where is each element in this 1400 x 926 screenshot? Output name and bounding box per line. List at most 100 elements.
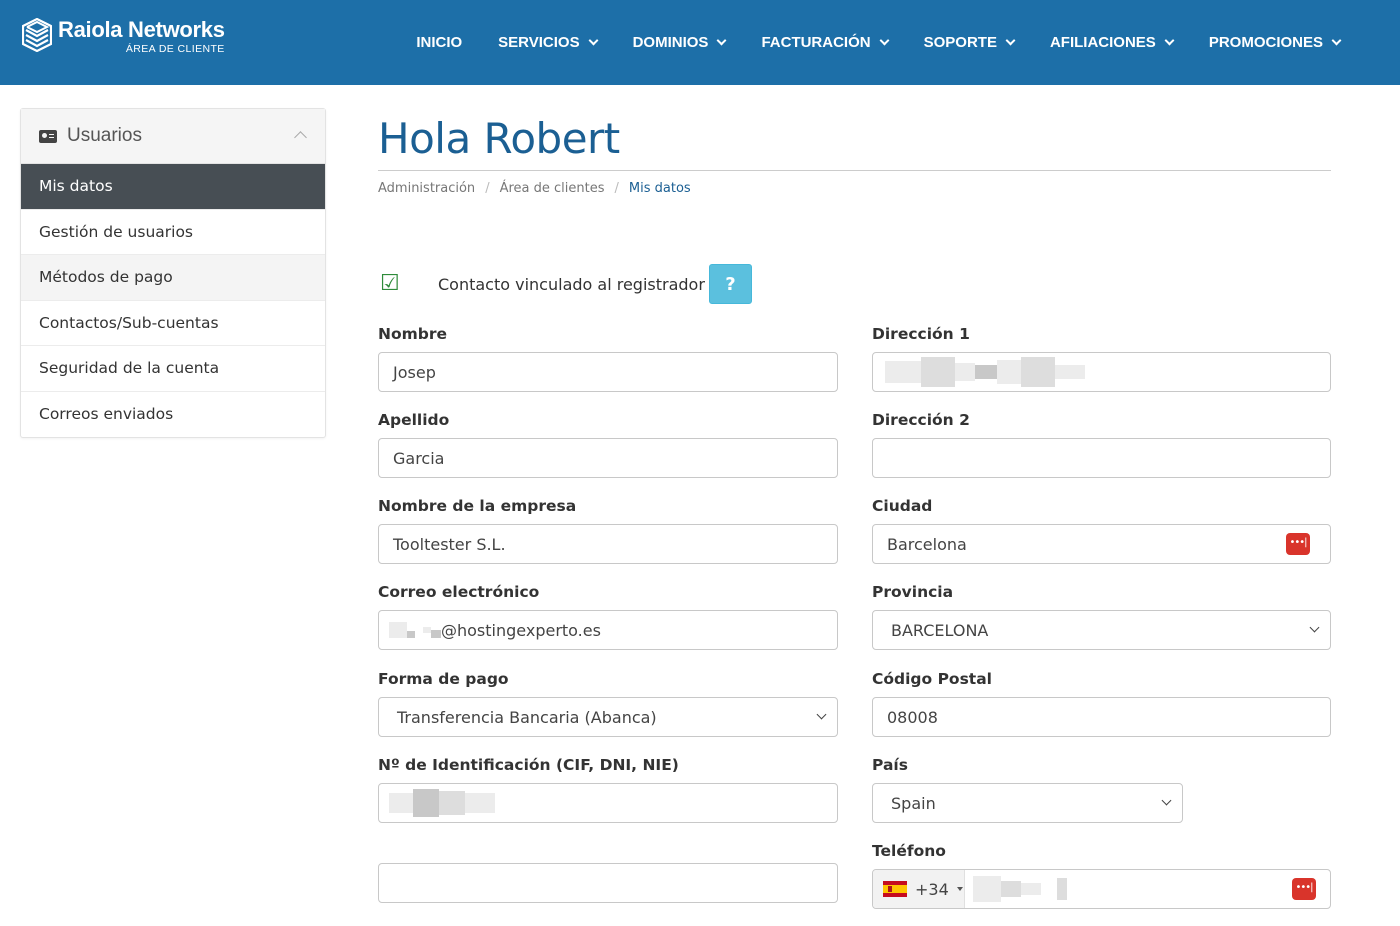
nombre-input[interactable]: Josep: [378, 352, 838, 392]
direccion1-input[interactable]: [872, 352, 1331, 392]
pais-select[interactable]: Spain: [872, 783, 1183, 823]
empresa-input[interactable]: Tooltester S.L.: [378, 524, 838, 564]
password-manager-icon[interactable]: •••|: [1286, 533, 1310, 555]
label-apellido: Apellido: [378, 411, 450, 429]
redacted-block: [423, 627, 431, 633]
label-email: Correo electrónico: [378, 583, 540, 601]
apellido-input[interactable]: Garcia: [378, 438, 838, 478]
label-codigo-postal: Código Postal: [872, 670, 992, 688]
main-nav: INICIO SERVICIOS DOMINIOS FACTURACIÓN SO…: [416, 0, 1342, 85]
nav-soporte[interactable]: SOPORTE: [923, 34, 1016, 51]
nav-label: INICIO: [416, 34, 463, 51]
help-button[interactable]: ?: [708, 264, 752, 304]
redacted-block: [885, 361, 921, 383]
chevron-down-icon: [1164, 35, 1175, 46]
chevron-down-icon: [1309, 622, 1320, 633]
label-identificacion: Nº de Identificación (CIF, DNI, NIE): [378, 756, 679, 774]
brand-name: Raiola Networks: [58, 17, 225, 42]
breadcrumb-separator: /: [485, 181, 490, 196]
chevron-down-icon: [1161, 795, 1172, 806]
nav-label: FACTURACIÓN: [761, 34, 871, 51]
breadcrumb-current: Mis datos: [628, 181, 691, 196]
registrar-contact-checkbox[interactable]: ☑: [380, 273, 402, 295]
identificacion-input[interactable]: [378, 783, 838, 823]
label-direccion1: Dirección 1: [872, 325, 970, 343]
caret-down-icon: [956, 887, 963, 891]
breadcrumb: Administración / Área de clientes / Mis …: [378, 181, 691, 196]
chevron-down-icon: [588, 35, 599, 46]
empresa-value: Tooltester S.L.: [393, 534, 506, 554]
sidebar-item-metodos-pago[interactable]: Métodos de pago: [21, 255, 325, 301]
chevron-down-icon: [1005, 35, 1016, 46]
sidebar-header[interactable]: Usuarios: [21, 109, 325, 164]
redacted-block: [413, 789, 439, 817]
title-divider: [378, 170, 1331, 171]
sidebar-item-mis-datos[interactable]: Mis datos: [21, 164, 325, 210]
ciudad-input[interactable]: Barcelona •••|: [872, 524, 1331, 564]
brand-logo[interactable]: Raiola Networks ÁREA DE CLIENTE: [22, 18, 225, 55]
chevron-down-icon: [1331, 35, 1342, 46]
redacted-block: [407, 630, 415, 638]
label-telefono: Teléfono: [872, 842, 946, 860]
redacted-block: [973, 876, 1001, 902]
label-direccion2: Dirección 2: [872, 411, 970, 429]
redacted-block: [431, 630, 441, 638]
sidebar-item-correos[interactable]: Correos enviados: [21, 392, 325, 438]
nav-promociones[interactable]: PROMOCIONES: [1208, 34, 1342, 51]
label-forma-pago: Forma de pago: [378, 670, 509, 688]
direccion2-input[interactable]: [872, 438, 1331, 478]
breadcrumb-area-clientes[interactable]: Área de clientes: [500, 181, 605, 196]
redacted-block: [1001, 881, 1021, 897]
nav-inicio[interactable]: INICIO: [416, 34, 462, 51]
extra-input[interactable]: [378, 863, 838, 903]
redacted-block: [1021, 357, 1055, 387]
forma-pago-value: Transferencia Bancaria (Abanca): [397, 707, 657, 727]
nav-label: SOPORTE: [923, 34, 997, 51]
codigo-postal-value: 08008: [887, 707, 938, 727]
sidebar-panel: Usuarios Mis datos Gestión de usuarios M…: [20, 108, 326, 438]
breadcrumb-administracion[interactable]: Administración: [378, 181, 475, 196]
label-provincia: Provincia: [872, 583, 954, 601]
redacted-block: [465, 793, 495, 813]
logo-cube-icon: [22, 18, 52, 52]
redacted-block: [921, 357, 955, 387]
phone-prefix-value: +34: [915, 879, 949, 899]
registrar-contact-label: Contacto vinculado al registrador: [438, 274, 705, 294]
country-code-dropdown[interactable]: +34: [873, 870, 965, 908]
forma-pago-select[interactable]: Transferencia Bancaria (Abanca): [378, 697, 838, 737]
sidebar-item-gestion-usuarios[interactable]: Gestión de usuarios: [21, 210, 325, 255]
codigo-postal-input[interactable]: 08008: [872, 697, 1331, 737]
label-pais: País: [872, 756, 908, 774]
label-empresa: Nombre de la empresa: [378, 497, 577, 515]
top-navbar: Raiola Networks ÁREA DE CLIENTE INICIO S…: [0, 0, 1400, 85]
password-manager-icon[interactable]: •••|: [1292, 878, 1316, 900]
ciudad-value: Barcelona: [887, 534, 967, 554]
nav-servicios[interactable]: SERVICIOS: [498, 34, 599, 51]
redacted-block: [975, 365, 997, 379]
telefono-input[interactable]: +34 •••|: [872, 869, 1331, 909]
chevron-up-icon[interactable]: [294, 131, 307, 144]
nav-afiliaciones[interactable]: AFILIACIONES: [1049, 34, 1175, 51]
chevron-down-icon: [879, 35, 890, 46]
redacted-block: [1021, 883, 1041, 895]
chevron-down-icon: [716, 35, 727, 46]
sidebar-item-seguridad[interactable]: Seguridad de la cuenta: [21, 346, 325, 392]
nav-label: AFILIACIONES: [1049, 34, 1156, 51]
redacted-block: [1057, 878, 1067, 900]
pais-value: Spain: [891, 793, 936, 813]
nav-facturacion[interactable]: FACTURACIÓN: [761, 34, 890, 51]
chevron-down-icon: [816, 709, 827, 720]
page-title: Hola Robert: [378, 114, 620, 163]
email-input[interactable]: @hostingexperto.es: [378, 610, 838, 650]
redacted-block: [389, 622, 407, 638]
redacted-block: [389, 793, 413, 813]
sidebar-item-contactos[interactable]: Contactos/Sub-cuentas: [21, 301, 325, 346]
nav-label: PROMOCIONES: [1208, 34, 1323, 51]
label-ciudad: Ciudad: [872, 497, 933, 515]
nav-dominios[interactable]: DOMINIOS: [633, 34, 727, 51]
redacted-block: [997, 360, 1021, 384]
provincia-select[interactable]: BARCELONA: [872, 610, 1331, 650]
nombre-value: Josep: [393, 362, 436, 382]
sidebar-title: Usuarios: [67, 125, 142, 146]
registrar-contact-row: ☑ Contacto vinculado al registrador ?: [380, 264, 752, 304]
